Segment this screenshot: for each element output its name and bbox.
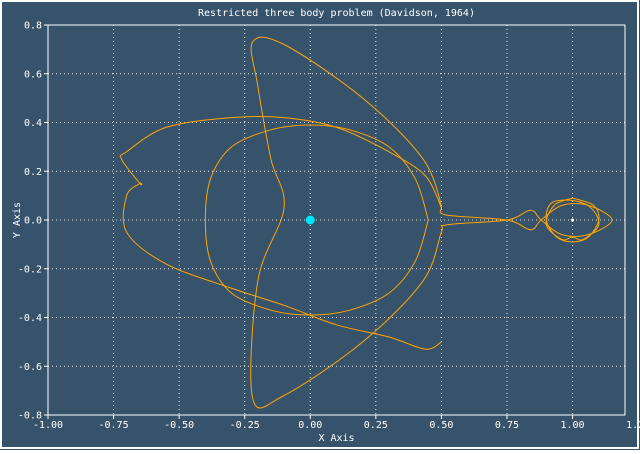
x-tick-label: -0.50 [164,420,194,431]
y-tick-label: 0.4 [24,118,42,129]
y-tick-label: 0.8 [24,21,42,32]
y-tick-label: -0.8 [18,411,42,422]
x-tick-label: 1.25 [626,420,640,431]
chart-title: Restricted three body problem (Davidson,… [198,8,475,19]
y-tick-label: 0.2 [24,167,42,178]
x-tick-label: -0.75 [99,420,129,431]
x-tick-label: -0.25 [230,420,260,431]
x-tick-label: 0.50 [429,420,453,431]
chart-svg: -1.00 -0.75 -0.50 -0.25 0.00 0.25 0.50 0.75 1.00… [0,0,640,450]
x-tick-label: 0.25 [364,420,388,431]
x-axis-label: X Axis [318,433,354,444]
chart-container: -1.00 -0.75 -0.50 -0.25 0.00 0.25 0.50 0.75 1.00… [0,0,640,450]
y-tick-label: 0.6 [24,69,42,80]
y-tick-label: 0.0 [24,216,42,227]
y-tick-label: -0.6 [18,362,42,373]
y-tick-label: -0.4 [18,313,42,324]
x-tick-label: 1.00 [560,420,584,431]
x-tick-label: 0.75 [495,420,519,431]
primary-body-marker [305,215,315,225]
x-tick-label: -1.00 [33,420,63,431]
figure-background [0,0,640,450]
y-axis-label: Y Axis [12,202,23,238]
secondary-body-marker [571,218,575,222]
y-tick-label: -0.2 [18,264,42,275]
x-tick-label: 0.00 [298,420,322,431]
